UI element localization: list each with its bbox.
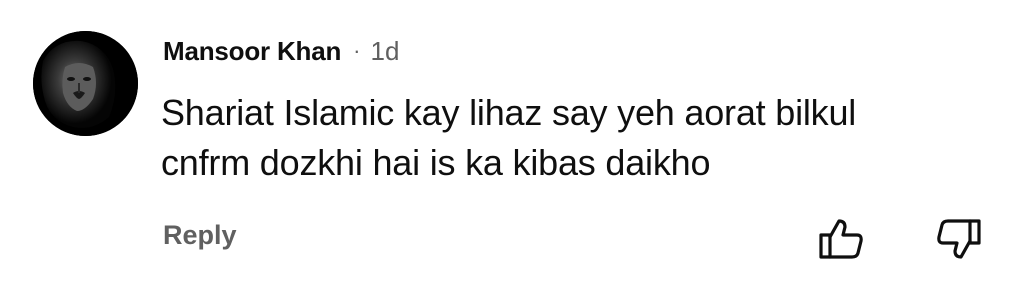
- dislike-button[interactable]: [935, 215, 983, 263]
- comment-text-line: Shariat Islamic kay lihaz say yeh aorat …: [161, 92, 857, 133]
- separator-dot: ·: [353, 38, 361, 63]
- comment-card: Mansoor Khan · 1d Shariat Islamic kay li…: [0, 0, 1024, 294]
- thumbs-down-icon: [937, 219, 981, 259]
- comment-text-line: cnfrm dozkhi hai is ka kibas daikho: [161, 142, 711, 183]
- comment-time: 1d: [370, 35, 400, 66]
- comment-text: Shariat Islamic kay lihaz say yeh aorat …: [161, 88, 1001, 188]
- avatar[interactable]: [33, 31, 138, 136]
- thumbs-up-icon: [819, 219, 863, 259]
- reply-button[interactable]: Reply: [163, 220, 237, 251]
- author-name[interactable]: Mansoor Khan: [163, 36, 341, 67]
- like-button[interactable]: [817, 215, 865, 263]
- lion-avatar-icon: [33, 31, 138, 136]
- comment-header: Mansoor Khan · 1d: [163, 34, 399, 68]
